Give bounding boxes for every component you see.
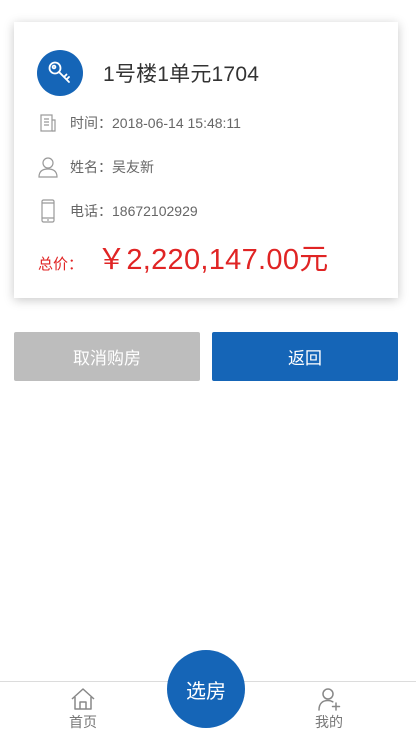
tab-home[interactable]: 首页 <box>53 686 113 732</box>
back-button[interactable]: 返回 <box>212 332 398 381</box>
person-icon <box>37 155 59 179</box>
building-icon <box>37 111 59 135</box>
tab-mine[interactable]: 我的 <box>299 686 359 732</box>
mobile-phone-icon <box>37 199 59 223</box>
time-label: 时间： <box>70 115 112 131</box>
phone-value: 18672102929 <box>112 203 198 219</box>
name-row: 姓名： 吴友新 <box>37 155 154 179</box>
tab-home-label: 首页 <box>69 714 97 730</box>
key-icon <box>37 50 83 96</box>
name-value: 吴友新 <box>112 159 154 175</box>
purchase-detail-page: 1号楼1单元1704 时间： 2018-06-14 15:48:11 姓名： 吴… <box>0 0 416 737</box>
total-price-label: 总价： <box>38 256 84 273</box>
name-label: 姓名： <box>70 159 112 175</box>
user-add-icon <box>299 686 359 712</box>
card-header: 1号楼1单元1704 <box>37 50 259 96</box>
total-price-row: 总价： ￥2,220,147.00元 <box>38 236 329 278</box>
total-price-value: ￥2,220,147.00元 <box>97 244 329 276</box>
time-row: 时间： 2018-06-14 15:48:11 <box>37 111 241 135</box>
select-house-button[interactable]: 选房 <box>167 650 245 728</box>
unit-info-card: 1号楼1单元1704 时间： 2018-06-14 15:48:11 姓名： 吴… <box>14 22 398 298</box>
home-icon <box>53 686 113 712</box>
tab-mine-label: 我的 <box>315 714 343 730</box>
phone-row: 电话： 18672102929 <box>37 199 198 223</box>
time-value: 2018-06-14 15:48:11 <box>112 115 241 131</box>
cancel-purchase-button[interactable]: 取消购房 <box>14 332 200 381</box>
unit-title: 1号楼1单元1704 <box>103 63 260 86</box>
phone-label: 电话： <box>70 203 112 219</box>
